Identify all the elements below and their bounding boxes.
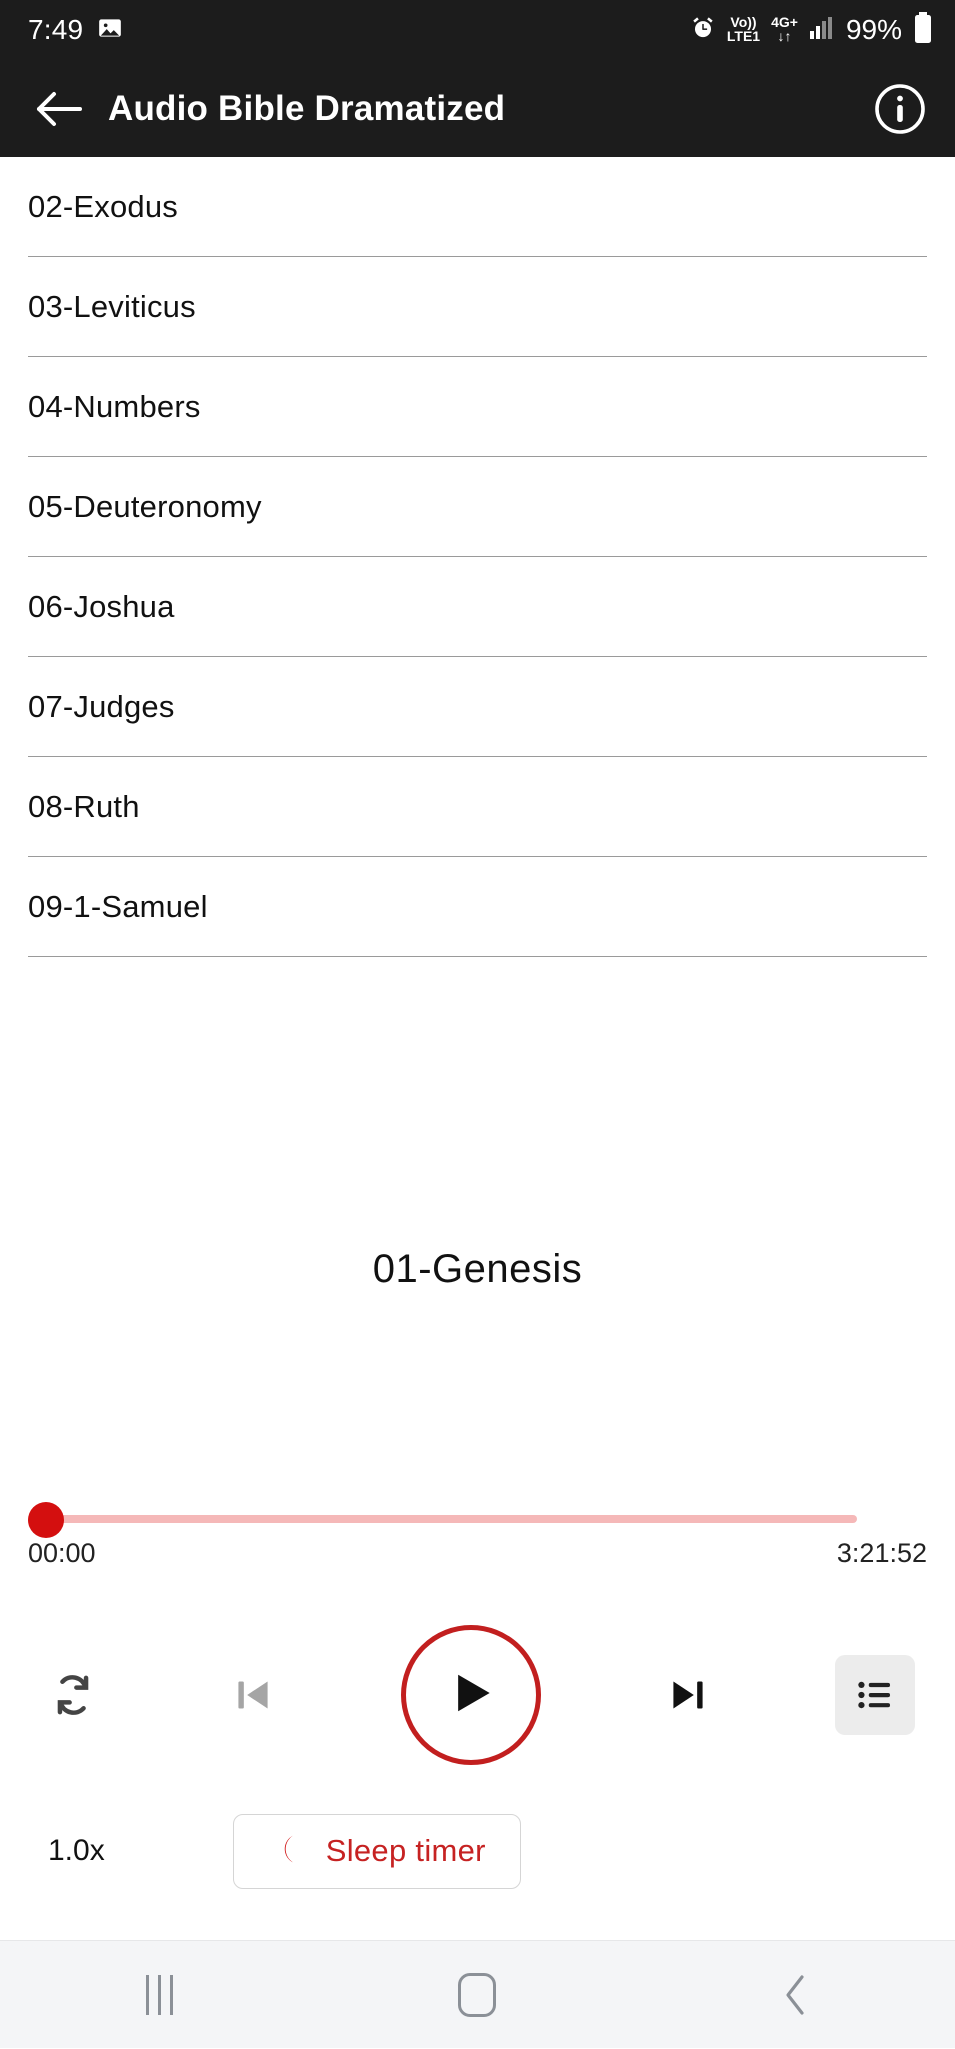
sleep-timer-button[interactable]: Sleep timer <box>232 1813 521 1889</box>
player-controls <box>0 1625 955 1765</box>
page-title: Audio Bible Dramatized <box>108 88 506 128</box>
list-item[interactable]: 08-Ruth <box>0 757 955 857</box>
signal-bars-icon <box>809 16 835 45</box>
info-icon[interactable] <box>869 78 931 140</box>
list-item[interactable]: 06-Joshua <box>0 557 955 657</box>
book-title: 05-Deuteronomy <box>28 489 262 524</box>
book-title: 06-Joshua <box>28 589 175 624</box>
nav-back-icon[interactable] <box>736 1941 856 2049</box>
home-icon[interactable] <box>417 1941 537 2049</box>
book-title: 02-Exodus <box>28 189 179 224</box>
seek-track[interactable] <box>28 1515 857 1523</box>
list-item[interactable]: 04-Numbers <box>0 357 955 457</box>
app-bar: Audio Bible Dramatized <box>0 60 955 157</box>
book-title: 03-Leviticus <box>28 289 196 324</box>
playlist-queue-icon[interactable] <box>835 1655 915 1735</box>
book-title: 09-1-Samuel <box>28 889 208 924</box>
book-list[interactable]: 02-Exodus 03-Leviticus 04-Numbers 05-Deu… <box>0 157 955 1247</box>
list-item[interactable]: 07-Judges <box>0 657 955 757</box>
phone-screen: 7:49 Vo)) LTE1 4G+ ↓↑ 99% Audio Bible Dr… <box>0 0 955 2048</box>
status-bar-right: Vo)) LTE1 4G+ ↓↑ 99% <box>690 11 933 49</box>
list-item[interactable]: 09-1-Samuel <box>0 857 955 957</box>
alarm-icon <box>690 15 716 46</box>
skip-next-icon[interactable] <box>655 1662 721 1728</box>
moon-icon <box>268 1831 304 1872</box>
now-playing-title: 01-Genesis <box>372 1247 583 1291</box>
book-title: 07-Judges <box>28 689 175 724</box>
list-item[interactable]: 02-Exodus <box>0 157 955 257</box>
bottom-bar: 1.0x Sleep timer <box>0 1805 955 1897</box>
seek-section: 00:00 3:21:52 <box>0 1500 955 1569</box>
image-icon <box>97 15 123 46</box>
network-indicator: 4G+ ↓↑ <box>771 14 798 44</box>
list-divider <box>28 956 927 957</box>
status-clock: 7:49 <box>28 14 84 45</box>
book-title: 04-Numbers <box>28 389 201 424</box>
recents-icon[interactable] <box>99 1941 219 2049</box>
play-button[interactable] <box>400 1625 541 1765</box>
time-labels: 00:00 3:21:52 <box>28 1538 927 1569</box>
status-bar-left: 7:49 <box>28 14 123 46</box>
battery-percent: 99% <box>845 14 902 45</box>
list-item[interactable]: 05-Deuteronomy <box>0 457 955 557</box>
elapsed-time: 00:00 <box>28 1538 96 1568</box>
sleep-timer-label: Sleep timer <box>325 1833 486 1868</box>
volte-indicator: Vo)) LTE1 <box>726 14 761 44</box>
status-bar: 7:49 Vo)) LTE1 4G+ ↓↑ 99% <box>0 0 955 60</box>
battery-icon <box>913 11 933 49</box>
now-playing: 01-Genesis <box>0 1247 955 1292</box>
seek-thumb[interactable] <box>28 1502 64 1538</box>
book-title: 08-Ruth <box>28 789 140 824</box>
playback-speed-button[interactable]: 1.0x <box>48 1834 105 1868</box>
repeat-icon[interactable] <box>40 1662 106 1728</box>
seek-slider[interactable] <box>28 1500 927 1538</box>
back-arrow-icon[interactable] <box>28 78 90 140</box>
play-icon <box>443 1665 499 1726</box>
list-item[interactable]: 03-Leviticus <box>0 257 955 357</box>
skip-previous-icon[interactable] <box>220 1662 286 1728</box>
android-nav-bar <box>0 1940 955 2048</box>
duration-time: 3:21:52 <box>836 1538 927 1568</box>
